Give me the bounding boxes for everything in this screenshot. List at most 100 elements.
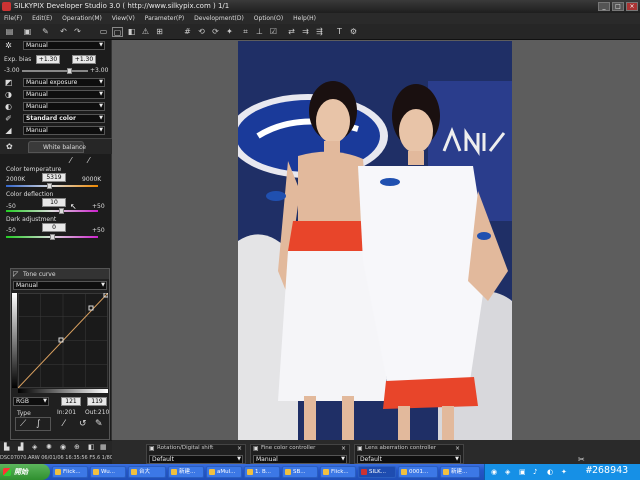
color-deflection-knob[interactable] xyxy=(58,208,64,214)
manual-exposure-select[interactable]: Manual exposure ▼ xyxy=(23,78,105,87)
color-deflection-slider[interactable] xyxy=(6,210,98,212)
view-preview-icon[interactable]: ▢ xyxy=(112,27,123,37)
task-button[interactable]: 新建... xyxy=(168,466,204,478)
saturation-select[interactable]: Manual ▼ xyxy=(23,102,105,111)
menu-view[interactable]: View(V) xyxy=(112,15,135,22)
eyedropper-icon[interactable]: ⁄ xyxy=(70,156,71,165)
lens-aberration-close[interactable]: × xyxy=(455,445,460,452)
view-single-icon[interactable]: ▭ xyxy=(98,27,109,37)
lens-aberration-select[interactable]: Default ▼ xyxy=(357,455,461,464)
histogram-icon[interactable]: ▙ xyxy=(4,443,9,451)
flip-icon[interactable]: ⇄ xyxy=(286,27,297,37)
tray-icon[interactable]: ▣ xyxy=(519,468,526,476)
exp-bias-value-2[interactable]: +1.30 xyxy=(72,55,96,64)
color-balance-icon[interactable]: ▦ xyxy=(100,443,107,451)
color-temp-value[interactable]: 5319 xyxy=(42,173,66,182)
edit-curve-icon[interactable]: ✎ xyxy=(95,419,103,429)
linear-curve-icon[interactable]: ⟋ xyxy=(20,419,26,429)
menu-parameter[interactable]: Parameter(P) xyxy=(145,15,185,22)
task-button[interactable]: 0001... xyxy=(398,466,438,478)
exp-bias-knob[interactable] xyxy=(67,68,73,74)
zoom-icon[interactable]: ⊞ xyxy=(154,27,165,37)
menu-option[interactable]: Option(O) xyxy=(254,15,283,22)
redo-icon[interactable]: ↷ xyxy=(72,27,83,37)
task-button[interactable]: 新建... xyxy=(440,466,480,478)
menu-operation[interactable]: Operation(M) xyxy=(62,15,102,22)
tone-out-value[interactable]: 119 xyxy=(87,397,107,406)
eyedropper-gray-icon[interactable]: ⁄ xyxy=(88,156,89,165)
task-button-active[interactable]: SILK... xyxy=(358,466,396,478)
tone-curve-graph[interactable] xyxy=(18,293,108,388)
menu-development[interactable]: Development(D) xyxy=(194,15,244,22)
exp-bias-slider[interactable] xyxy=(22,70,88,72)
fine-color-close[interactable]: × xyxy=(341,445,346,452)
color-temp-slider[interactable] xyxy=(6,185,98,187)
sharpness-select[interactable]: Manual ▼ xyxy=(23,126,105,135)
rotate-right-icon[interactable]: ⟳ xyxy=(210,27,221,37)
tray-icon[interactable]: ◈ xyxy=(505,468,510,476)
brush-icon[interactable]: ✎ xyxy=(40,27,51,37)
dark-adjustment-knob[interactable] xyxy=(49,234,55,240)
white-balance-tab[interactable]: White balance xyxy=(28,141,86,153)
tone-curve-preset-select[interactable]: Manual ▼ xyxy=(13,281,107,290)
transform-icon[interactable]: ⊕ xyxy=(74,443,80,451)
task-icon xyxy=(401,469,407,475)
view-compare-icon[interactable]: ◧ xyxy=(126,27,137,37)
tone-in-value[interactable]: 121 xyxy=(61,397,81,406)
exp-bias-value[interactable]: +1.30 xyxy=(36,55,60,64)
color-deflection-value[interactable]: 10 xyxy=(42,198,66,207)
undo-icon[interactable]: ↶ xyxy=(58,27,69,37)
fill-icon[interactable]: ◧ xyxy=(88,443,95,451)
dark-adjustment-value[interactable]: 0 xyxy=(42,223,66,232)
grid-icon[interactable]: # xyxy=(182,27,193,37)
task-button[interactable]: Wu... xyxy=(90,466,126,478)
lens-icon[interactable]: ◉ xyxy=(60,443,66,451)
tray-icon[interactable]: ✦ xyxy=(561,468,567,476)
crop-icon[interactable]: ⌗ xyxy=(240,27,251,37)
start-button[interactable]: 開始 xyxy=(0,464,50,480)
levels-icon[interactable]: ▟ xyxy=(18,443,23,451)
rotation-panel-close[interactable]: × xyxy=(237,445,242,452)
tray-icon[interactable]: ♪ xyxy=(533,468,537,476)
taste-select[interactable]: Manual ▼ xyxy=(23,41,105,50)
task-button[interactable]: Flick... xyxy=(52,466,88,478)
folder-icon[interactable]: ▣ xyxy=(22,27,33,37)
task-button[interactable]: aMul... xyxy=(206,466,242,478)
close-button[interactable]: × xyxy=(626,2,638,11)
contrast-icon: ◑ xyxy=(5,90,12,99)
scissors-icon[interactable]: ✂ xyxy=(578,455,585,464)
color-temp-knob[interactable] xyxy=(46,183,52,189)
rotate-left-icon[interactable]: ⟲ xyxy=(196,27,207,37)
contrast-select[interactable]: Manual ▼ xyxy=(23,90,105,99)
hsl-icon[interactable]: ◈ xyxy=(32,443,37,451)
menu-help[interactable]: Help(H) xyxy=(293,15,316,22)
fine-color-select[interactable]: Manual ▼ xyxy=(253,455,347,464)
pipette-icon[interactable]: ⁄ xyxy=(63,419,65,429)
task-button[interactable]: 1. B... xyxy=(244,466,280,478)
tray-icon[interactable]: ◉ xyxy=(491,468,497,476)
preview-photo[interactable] xyxy=(238,41,512,443)
task-button[interactable]: Flick... xyxy=(320,466,356,478)
channel-select[interactable]: RGB ▼ xyxy=(13,397,49,406)
tray-icon[interactable]: ◐ xyxy=(547,468,553,476)
color-select[interactable]: Standard color ▼ xyxy=(23,114,105,123)
warning-icon[interactable]: ⚠ xyxy=(140,27,151,37)
rotation-select[interactable]: Default ▼ xyxy=(149,455,243,464)
spline-curve-icon[interactable]: ∫ xyxy=(36,419,41,429)
batch-icon[interactable]: ⇶ xyxy=(314,27,325,37)
minimize-button[interactable]: _ xyxy=(598,2,610,11)
settings-icon[interactable]: ⚙ xyxy=(348,27,359,37)
spot-icon[interactable]: ✦ xyxy=(224,27,235,37)
open-icon[interactable]: ▤ xyxy=(4,27,15,37)
text-icon[interactable]: T xyxy=(334,27,345,37)
task-button[interactable]: 台大 xyxy=(128,466,166,478)
noise-icon[interactable]: ✺ xyxy=(46,443,52,451)
develop-icon[interactable]: ⇉ xyxy=(300,27,311,37)
menu-edit[interactable]: Edit(E) xyxy=(32,15,52,22)
reset-curve-icon[interactable]: ↺ xyxy=(79,419,87,429)
check-icon[interactable]: ☑ xyxy=(268,27,279,37)
straighten-icon[interactable]: ⊥ xyxy=(254,27,265,37)
menu-file[interactable]: File(F) xyxy=(4,15,22,22)
task-button[interactable]: SB... xyxy=(282,466,318,478)
maximize-button[interactable]: □ xyxy=(612,2,624,11)
